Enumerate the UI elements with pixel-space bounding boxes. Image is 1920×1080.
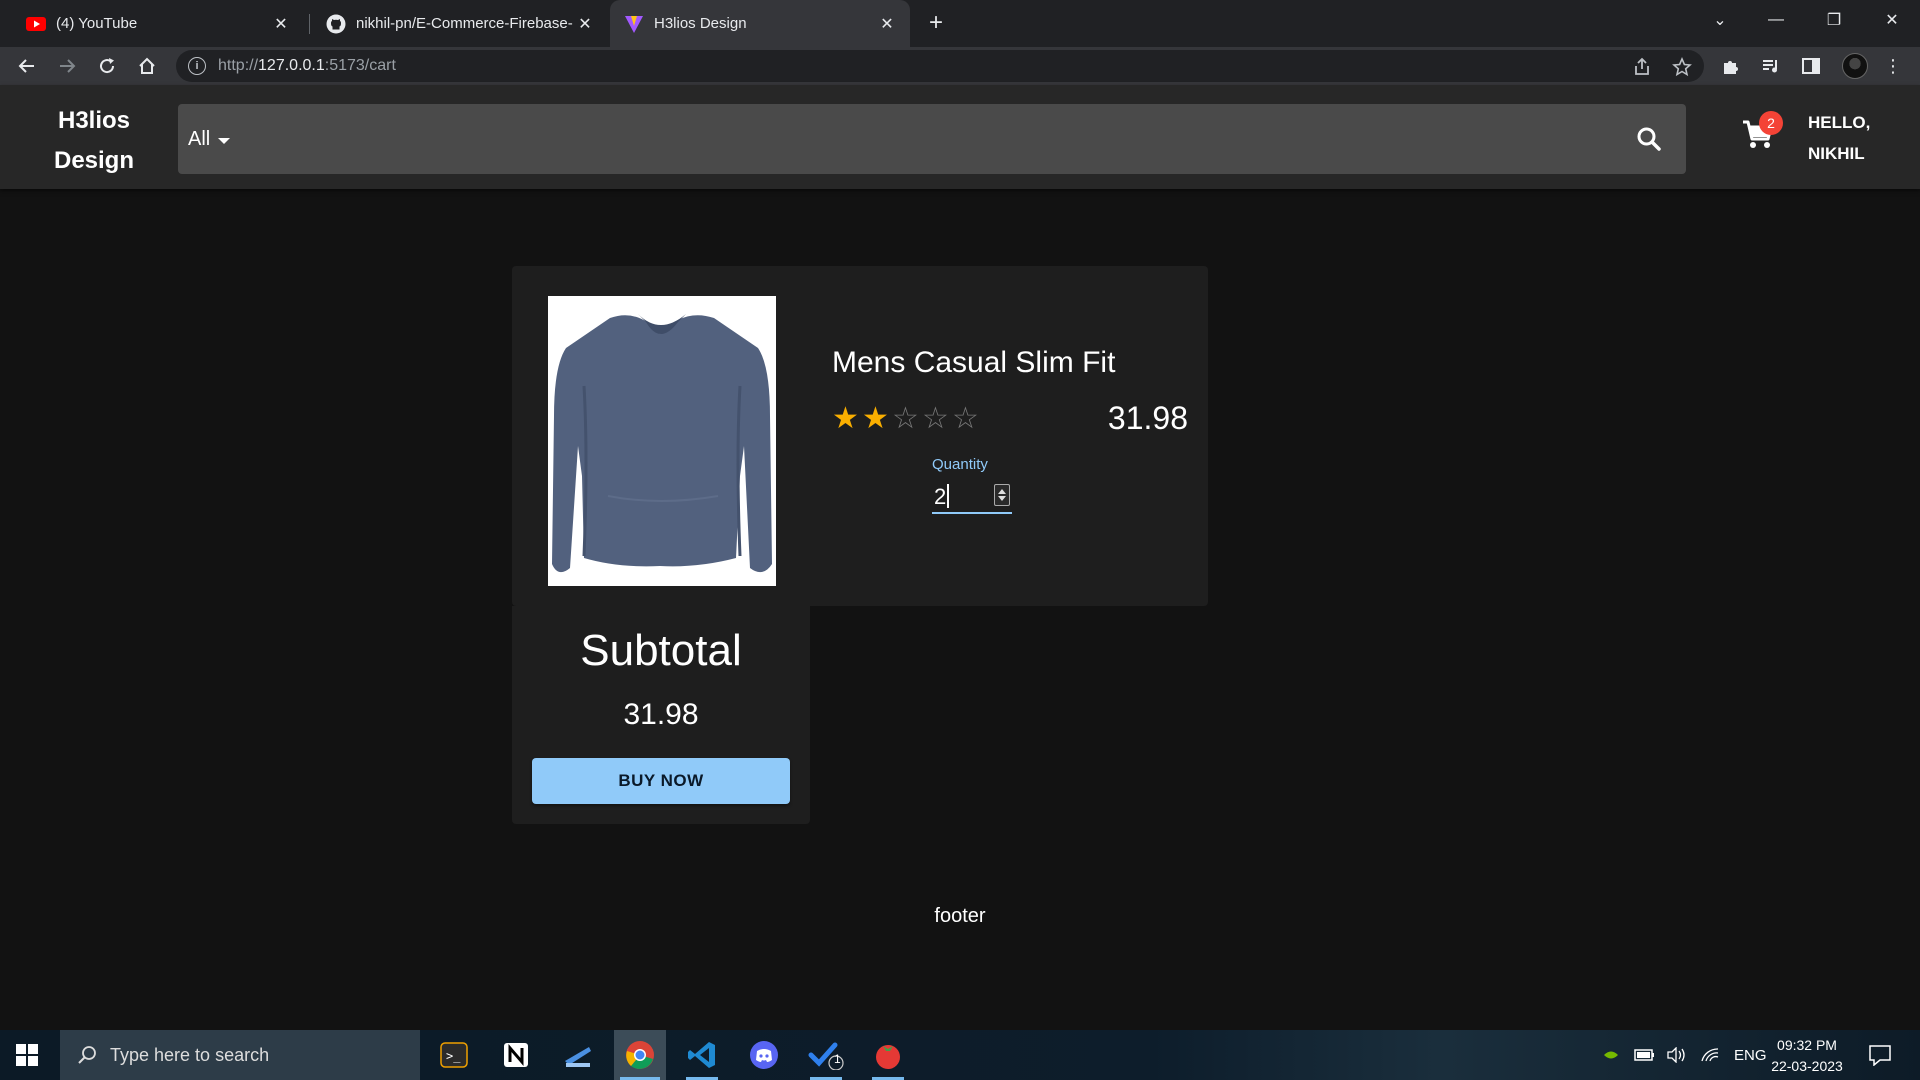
browser-toolbar: i http://127.0.0.1:5173/cart ⋮ — [0, 47, 1920, 85]
buy-now-button[interactable]: BUY NOW — [532, 758, 790, 804]
vscode-app-icon[interactable] — [676, 1030, 728, 1080]
site-logo[interactable]: H3lios Design — [52, 101, 136, 181]
file-manager-app-icon[interactable] — [552, 1030, 604, 1080]
tab-title: H3lios Design — [654, 15, 747, 32]
forward-button[interactable] — [52, 51, 82, 81]
back-button[interactable] — [12, 51, 42, 81]
volume-icon[interactable] — [1666, 1047, 1688, 1063]
star-empty-icon: ☆ — [952, 402, 979, 435]
profile-avatar[interactable] — [1842, 53, 1868, 79]
subtotal-card: Subtotal 31.98 BUY NOW — [512, 606, 810, 824]
star-empty-icon: ☆ — [922, 402, 949, 435]
menu-kebab-icon[interactable]: ⋮ — [1880, 53, 1906, 79]
reload-icon — [100, 58, 115, 74]
system-tray: ENG — [1602, 1030, 1767, 1080]
stepper-up-icon[interactable] — [998, 489, 1006, 494]
product-rating: ★ ★ ☆ ☆ ☆ — [832, 404, 982, 434]
home-icon — [139, 57, 155, 74]
todo-app-icon[interactable]: 1 — [800, 1030, 852, 1080]
tab-h3lios-design[interactable]: H3lios Design ✕ — [610, 0, 910, 47]
text-cursor — [947, 484, 949, 508]
battery-icon[interactable] — [1634, 1048, 1656, 1062]
caret-down-icon — [218, 138, 231, 144]
browser-tab-strip: (4) YouTube ✕ nikhil-pn/E-Commerce-Fireb… — [0, 0, 1920, 47]
tab-search-button[interactable]: ⌄ — [1692, 0, 1748, 40]
wifi-icon[interactable] — [1700, 1047, 1720, 1063]
tab-youtube[interactable]: (4) YouTube ✕ — [12, 0, 304, 47]
user-greeting[interactable]: HELLO, NIKHIL — [1808, 107, 1870, 169]
todo-badge: 1 — [834, 1052, 841, 1066]
extensions-icon[interactable] — [1718, 53, 1744, 79]
share-icon[interactable] — [1632, 57, 1652, 77]
nvidia-icon[interactable] — [1602, 1048, 1620, 1062]
notification-center-button[interactable] — [1868, 1030, 1892, 1080]
minimize-button[interactable]: — — [1748, 0, 1804, 40]
github-icon — [326, 14, 346, 33]
search-bar[interactable]: All — [178, 104, 1686, 174]
search-icon[interactable] — [1636, 126, 1662, 152]
quantity-value[interactable]: 2 — [934, 484, 946, 510]
tab-title: nikhil-pn/E-Commerce-Firebase- — [356, 15, 573, 32]
category-select[interactable]: All — [188, 104, 231, 174]
svg-text:>_: >_ — [446, 1049, 461, 1063]
home-button[interactable] — [132, 51, 162, 81]
star-empty-icon: ☆ — [892, 402, 919, 435]
close-icon[interactable]: ✕ — [576, 15, 594, 33]
terminal-app-icon[interactable]: >_ — [428, 1030, 480, 1080]
cart-item-card: Mens Casual Slim Fit ★ ★ ☆ ☆ ☆ 31.98 Quantit… — [512, 266, 1208, 606]
new-tab-button[interactable]: + — [922, 9, 950, 37]
tab-github[interactable]: nikhil-pn/E-Commerce-Firebase- ✕ — [312, 0, 608, 47]
reload-button[interactable] — [92, 51, 122, 81]
url-text[interactable]: http://127.0.0.1:5173/cart — [218, 57, 396, 75]
notification-icon — [1869, 1045, 1891, 1066]
star-filled-icon: ★ — [832, 402, 859, 435]
close-icon[interactable]: ✕ — [272, 15, 290, 33]
youtube-icon — [26, 16, 46, 31]
subtotal-amount: 31.98 — [623, 698, 699, 731]
stepper-down-icon[interactable] — [998, 496, 1006, 501]
search-icon — [78, 1046, 96, 1064]
notion-app-icon[interactable] — [490, 1030, 542, 1080]
pomodoro-app-icon[interactable] — [862, 1030, 914, 1080]
close-window-button[interactable]: ✕ — [1864, 0, 1920, 40]
side-panel-icon[interactable] — [1798, 53, 1824, 79]
product-image — [548, 296, 776, 586]
quantity-input[interactable]: 2 — [932, 478, 1012, 514]
site-info-icon[interactable]: i — [188, 57, 206, 75]
quantity-label: Quantity — [932, 456, 988, 473]
product-price: 31.98 — [1107, 400, 1188, 436]
taskbar-search-box[interactable]: Type here to search — [60, 1030, 420, 1080]
arrow-right-icon — [60, 59, 76, 73]
restore-button[interactable]: ❐ — [1806, 0, 1862, 40]
chrome-app-icon[interactable] — [614, 1030, 666, 1080]
page-footer: footer — [934, 905, 986, 927]
tab-title: (4) YouTube — [56, 15, 138, 32]
cart-count-badge: 2 — [1759, 111, 1783, 135]
quantity-stepper[interactable] — [994, 484, 1010, 506]
taskbar-clock[interactable]: 09:32 PM 22-03-2023 — [1762, 1035, 1852, 1077]
tab-divider — [309, 14, 310, 34]
windows-start-button[interactable] — [16, 1044, 38, 1066]
address-bar[interactable]: i http://127.0.0.1:5173/cart — [176, 50, 1704, 82]
product-title[interactable]: Mens Casual Slim Fit — [832, 346, 1115, 380]
subtotal-heading: Subtotal — [580, 626, 742, 675]
close-icon[interactable]: ✕ — [878, 15, 896, 33]
bookmark-star-icon[interactable] — [1672, 57, 1692, 77]
discord-app-icon[interactable] — [738, 1030, 790, 1080]
app-header: H3lios Design All 2 HELLO, NIKHIL — [0, 85, 1920, 189]
arrow-left-icon — [18, 59, 34, 73]
star-filled-icon: ★ — [862, 402, 889, 435]
vite-icon — [625, 15, 643, 33]
media-control-icon[interactable] — [1758, 53, 1784, 79]
windows-taskbar: Type here to search >_ 1 ENG 09:32 PM 22… — [0, 1030, 1920, 1080]
